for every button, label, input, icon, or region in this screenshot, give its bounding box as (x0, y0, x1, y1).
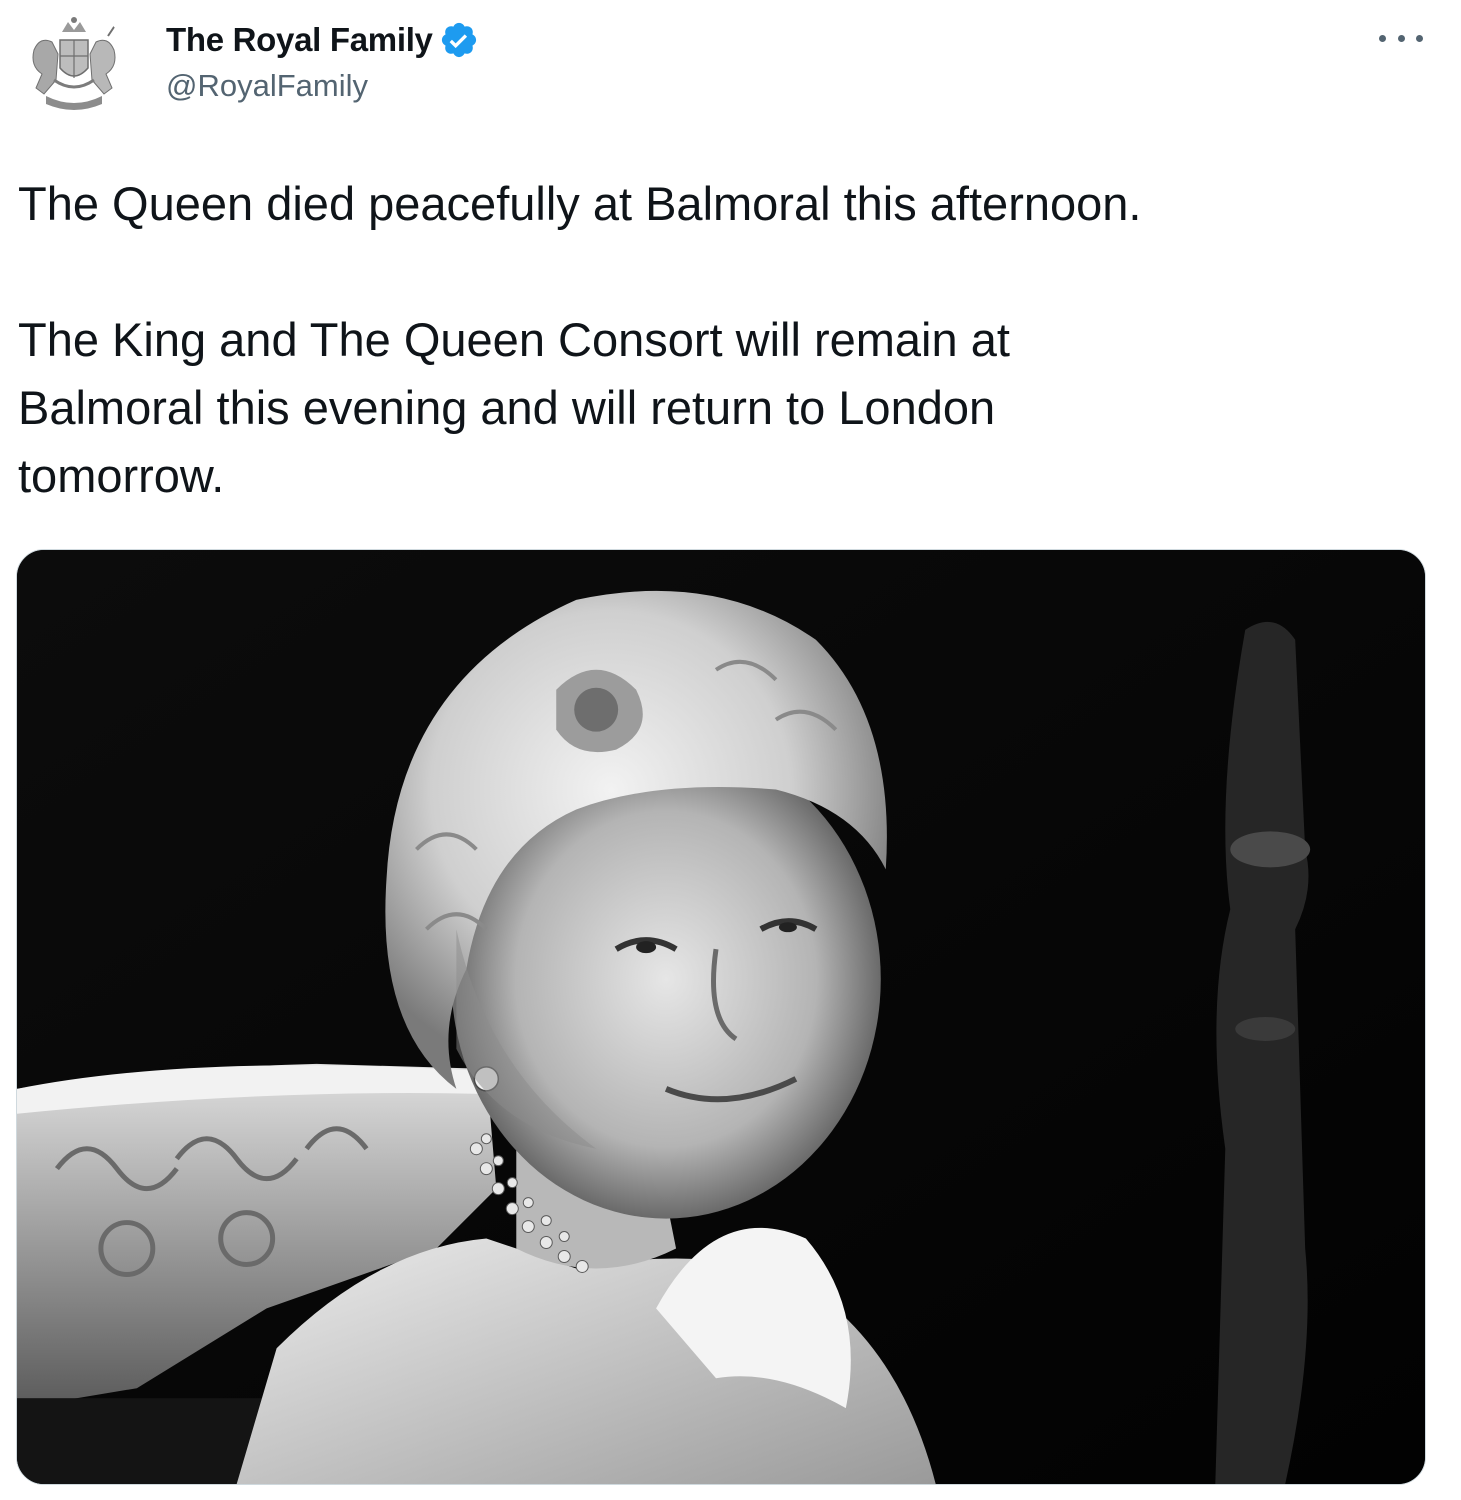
tweet-photo[interactable] (16, 549, 1426, 1485)
more-options-icon (1379, 34, 1386, 42)
tweet-text: The Queen died peacefully at Balmoral th… (18, 170, 1418, 510)
royal-coat-of-arms-icon (18, 10, 130, 122)
tweet-text-paragraph-1: The Queen died peacefully at Balmoral th… (18, 177, 1142, 230)
author-info: The Royal Family @RoyalFamily (166, 18, 479, 104)
tweet-text-paragraph-2-line-1: The King and The Queen Consort will rema… (18, 313, 1010, 366)
verified-badge-icon (439, 20, 479, 60)
portrait-photo (17, 550, 1425, 1484)
author-name-row: The Royal Family (166, 18, 479, 62)
more-options-button[interactable] (1379, 20, 1423, 56)
more-options-icon (1397, 34, 1405, 42)
tweet-text-paragraph-2-line-2: Balmoral this evening and will return to… (18, 381, 996, 434)
avatar[interactable] (18, 10, 130, 122)
author-handle[interactable]: @RoyalFamily (166, 68, 479, 104)
tweet: The Royal Family @RoyalFamily The Queen … (0, 0, 1461, 1500)
author-name[interactable]: The Royal Family (166, 21, 433, 59)
tweet-text-paragraph-2-line-3: tomorrow. (18, 449, 225, 502)
more-options-icon (1416, 34, 1423, 42)
